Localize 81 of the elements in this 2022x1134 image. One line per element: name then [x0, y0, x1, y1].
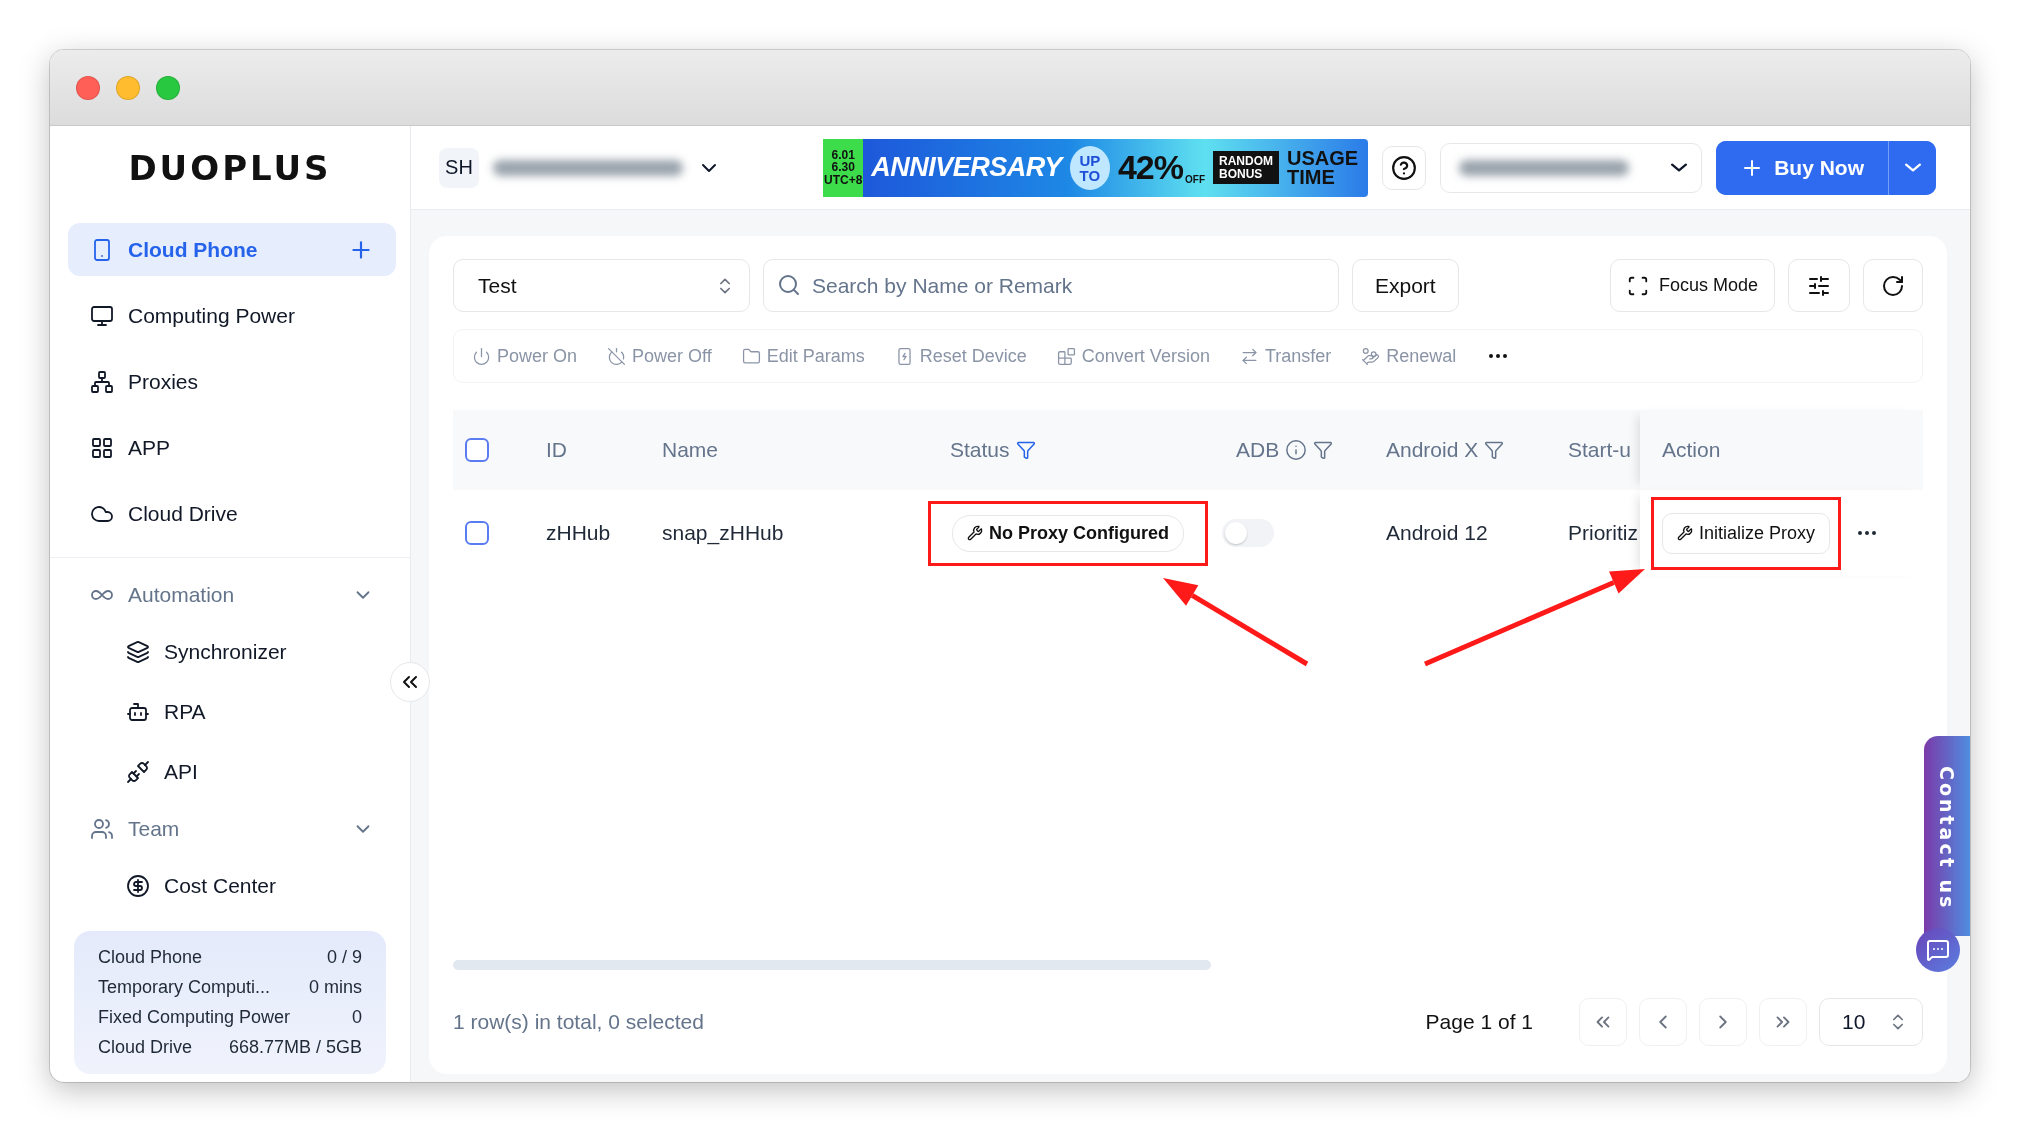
zoom-button[interactable]	[156, 75, 180, 100]
filter-icon[interactable]	[1484, 440, 1505, 460]
column-header: ID	[546, 438, 567, 462]
power-off-icon	[607, 346, 627, 366]
chevron-icon	[1904, 163, 1921, 172]
layers-icon	[126, 640, 150, 664]
settings-button[interactable]	[1788, 259, 1850, 312]
group-select[interactable]: Test	[453, 259, 750, 312]
initialize-proxy-button[interactable]: Initialize Proxy	[1662, 512, 1831, 554]
help-button[interactable]	[1382, 145, 1427, 190]
wrench-icon	[967, 525, 983, 541]
column-header: ADB	[1236, 438, 1280, 462]
page-size-select[interactable]: 10	[1819, 998, 1923, 1046]
nav-item[interactable]: Proxies	[68, 355, 396, 408]
page-indicator: Page 1 of 1	[1425, 1010, 1533, 1034]
coins-icon	[1361, 346, 1381, 366]
table-cell: zHHub	[546, 521, 611, 545]
table-cell: snap_zHHub	[662, 521, 784, 545]
usage-value: 0	[352, 1007, 362, 1028]
search-icon	[777, 273, 801, 297]
checkbox[interactable]	[465, 521, 489, 545]
column-header: Action	[1662, 438, 1721, 462]
usage-label: Cloud Phone	[98, 947, 203, 968]
focus-mode-button[interactable]: Focus Mode	[1609, 259, 1775, 312]
chevron-icon	[1671, 163, 1688, 172]
chat-icon	[1926, 938, 1950, 962]
first-page-button[interactable]	[1579, 998, 1627, 1046]
contact-tab[interactable]: Contact us	[1924, 736, 1970, 936]
dropdown-button[interactable]	[1888, 140, 1936, 195]
nav-item[interactable]: API	[50, 742, 410, 802]
column-header: Android X	[1386, 438, 1479, 462]
avatar: SH	[439, 147, 479, 188]
filter-icon[interactable]	[1015, 440, 1036, 460]
usage-value: 668.77MB / 5GB	[228, 1037, 362, 1058]
column-header: Start-u	[1568, 438, 1632, 462]
checkbox[interactable]	[465, 438, 489, 462]
usage-label: Temporary Computi...	[98, 977, 271, 998]
scan-icon	[1626, 274, 1649, 297]
wrench-icon	[1677, 525, 1693, 541]
column-header: Name	[662, 438, 719, 462]
robot-icon	[126, 700, 150, 724]
column-header: Status	[950, 438, 1010, 462]
dollar-icon	[126, 874, 150, 898]
blocks-icon	[1056, 346, 1076, 366]
grid-icon	[90, 435, 114, 460]
filter-icon[interactable]	[1313, 440, 1334, 460]
last-page-button[interactable]	[1759, 998, 1807, 1046]
nav-item[interactable]: APP	[68, 421, 396, 474]
search-field[interactable]: Search by Name or Remark	[763, 259, 1339, 312]
adb-toggle[interactable]	[1222, 519, 1274, 547]
status-badge: No Proxy Configured	[952, 514, 1184, 552]
usage-value: 0 / 9	[326, 947, 362, 968]
nav-group[interactable]: Team	[50, 802, 410, 856]
nav-group[interactable]: Automation	[50, 568, 410, 622]
account-select[interactable]	[1440, 142, 1703, 193]
collapse-button[interactable]	[390, 662, 430, 702]
power-icon	[472, 346, 491, 366]
export-button[interactable]: Export	[1352, 259, 1459, 312]
nav-item[interactable]: Cloud Phone	[68, 223, 396, 276]
refresh-button[interactable]	[1863, 259, 1923, 312]
monitor-icon	[90, 303, 114, 328]
nav-item[interactable]: Cost Center	[50, 856, 410, 916]
nav-item[interactable]: Synchronizer	[50, 622, 410, 682]
network-icon	[90, 369, 114, 394]
plug-icon	[126, 760, 150, 784]
usage-value: 0 mins	[309, 977, 362, 998]
usage-label: Cloud Drive	[98, 1037, 193, 1058]
users-icon	[90, 817, 114, 841]
close-button[interactable]	[76, 75, 100, 100]
help-icon	[1391, 154, 1418, 181]
usage-label: Fixed Computing Power	[98, 1007, 291, 1028]
nav-item[interactable]: RPA	[50, 682, 410, 742]
nav-item[interactable]: Cloud Drive	[68, 487, 396, 540]
refresh-icon	[1881, 273, 1905, 298]
logo: DUOPLUS	[128, 148, 332, 188]
nav-item[interactable]: Computing Power	[68, 289, 396, 342]
sliders-icon	[1807, 273, 1831, 298]
folder-icon	[741, 346, 761, 366]
row-summary: 1 row(s) in total, 0 selected	[453, 1010, 705, 1034]
table-cell: Prioritiz	[1568, 521, 1638, 545]
table-cell: Android 12	[1386, 521, 1488, 545]
